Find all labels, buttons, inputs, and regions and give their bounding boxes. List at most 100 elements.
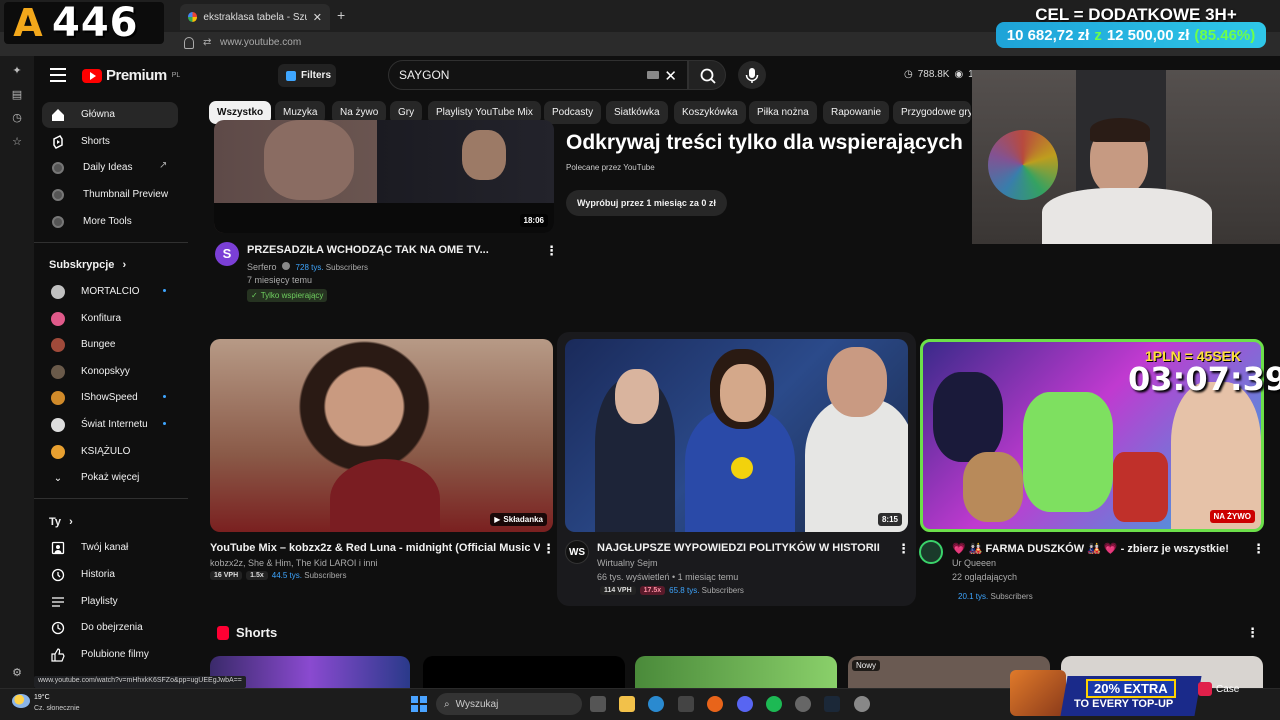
sparkle-icon[interactable]: ✦	[10, 64, 24, 78]
you-header[interactable]: Ty ›	[49, 516, 73, 528]
menu-icon[interactable]	[50, 68, 66, 82]
sub-label: Świat Internetu	[81, 419, 148, 430]
collections-icon[interactable]: ▤	[10, 88, 24, 102]
star-icon[interactable]: ☆	[10, 135, 24, 149]
url-text[interactable]: www.youtube.com	[220, 37, 301, 48]
sidebar-item-liked[interactable]: Polubione filmy	[42, 642, 178, 668]
taskbar-search[interactable]: ⌕ Wyszukaj	[436, 693, 582, 715]
subs-count: 44.5 tys.	[271, 571, 302, 580]
sub-item-bungee[interactable]: Bungee	[42, 332, 178, 358]
sidebar-item-shorts[interactable]: Shorts	[42, 129, 178, 155]
chip-filter[interactable]: Koszykówka	[674, 101, 746, 124]
chip-filter[interactable]: Przygodowe gry a	[893, 101, 971, 124]
sidebar-item-daily-ideas[interactable]: Daily Ideas ↗	[42, 155, 178, 181]
filters-button[interactable]: Filters	[278, 64, 336, 87]
sidebar-item-label: More Tools	[83, 216, 132, 227]
shield-icon[interactable]	[184, 37, 194, 49]
more-options-icon[interactable]: ⋮	[897, 541, 910, 557]
sub-item-konopskyy[interactable]: Konopskyy	[42, 359, 178, 385]
sub-item-ksiazulo[interactable]: KSIĄŻULO	[42, 439, 178, 465]
task-view-icon[interactable]	[590, 696, 606, 712]
steam-icon[interactable]	[824, 696, 840, 712]
sub-label: Konfitura	[81, 313, 122, 324]
discord-icon[interactable]	[737, 696, 753, 712]
more-options-icon[interactable]: ⋮	[1252, 541, 1265, 557]
video-thumbnail[interactable]: 18:06	[214, 120, 554, 233]
sub-item-ishowspeed[interactable]: IShowSpeed	[42, 385, 178, 411]
promo-trial-button[interactable]: Wypróbuj przez 1 miesiąc za 0 zł	[566, 190, 727, 216]
history-icon	[51, 568, 65, 582]
chip-filter[interactable]: Podcasty	[544, 101, 602, 124]
sub-item-swiat-internetu[interactable]: Świat Internetu	[42, 412, 178, 438]
keyboard-icon[interactable]	[647, 71, 659, 79]
chevron-down-icon: ⌄	[53, 472, 63, 484]
short-thumbnail[interactable]	[423, 656, 625, 688]
close-tab-icon[interactable]: ✕	[313, 11, 322, 24]
windows-start-icon[interactable]	[411, 696, 427, 712]
edge-icon[interactable]	[648, 696, 664, 712]
sidebar-item-label: Do obejrzenia	[81, 622, 143, 633]
channel-avatar[interactable]: WS	[565, 540, 589, 564]
search-button[interactable]	[688, 60, 726, 90]
you-label: Ty	[49, 516, 62, 528]
clear-search-icon[interactable]: ✕	[664, 67, 677, 85]
obs-icon[interactable]	[795, 696, 811, 712]
history-clock-icon[interactable]: ◷	[10, 111, 24, 125]
goal-current: 10 682,72 zł	[1006, 26, 1090, 44]
new-tab-button[interactable]: +	[337, 7, 345, 23]
voice-search-button[interactable]	[738, 61, 766, 89]
search-input[interactable]: SAYGON ✕	[388, 60, 688, 90]
promo-topup: TO EVERY TOP-UP	[1074, 698, 1174, 710]
video-meta: kobzx2z, She & Him, The Kid LAROI i inni	[210, 558, 378, 568]
weather-temp[interactable]: 19°C	[34, 694, 50, 701]
channel-name[interactable]: Ur Queeen	[952, 558, 996, 568]
browser-tab[interactable]: ekstraklasa tabela - Szukaj w Go ✕	[180, 4, 330, 30]
chip-filter[interactable]: Piłka nożna	[749, 101, 817, 124]
store-icon[interactable]	[678, 696, 694, 712]
sidebar-item-history[interactable]: Historia	[42, 562, 178, 588]
video-thumbnail[interactable]: 8:15	[565, 339, 908, 532]
sub-item-mortalcio[interactable]: MORTALCIO	[42, 279, 178, 305]
sidebar-item-thumbnail-preview[interactable]: Thumbnail Preview	[42, 182, 178, 208]
tab-title: ekstraklasa tabela - Szukaj w Go	[203, 11, 306, 23]
video-title[interactable]: NAJGŁUPSZE WYPOWIEDZI POLITYKÓW W HISTOR…	[597, 542, 880, 554]
sidebar-item-label: Daily Ideas	[83, 162, 133, 173]
sidebar-item-home[interactable]: Główna	[42, 102, 178, 128]
video-title[interactable]: PRZESADZIŁA WCHODZĄC TAK NA OME TV...	[247, 244, 489, 256]
channel-name[interactable]: Serfero	[247, 262, 277, 272]
weather-desc[interactable]: Cz. słonecznie	[34, 705, 80, 712]
channel-avatar[interactable]	[919, 540, 943, 564]
promo-heading: Odkrywaj treści tylko dla wspierających	[566, 131, 963, 154]
channel-name[interactable]: Wirtualny Sejm	[597, 558, 658, 568]
video-title[interactable]: 💗 🎎 FARMA DUSZKÓW 🎎 💗 - zbierz je wszyst…	[952, 542, 1229, 555]
goal-progress: 10 682,72 zł z 12 500,00 zł (85.46%)	[996, 22, 1266, 48]
channel-avatar[interactable]: S	[215, 242, 239, 266]
more-options-icon[interactable]: ⋮	[545, 243, 558, 259]
subscriptions-header[interactable]: Subskrypcje ›	[49, 259, 126, 271]
chip-filter[interactable]: Rapowanie	[823, 101, 890, 124]
show-more-button[interactable]: ⌄ Pokaż więcej	[42, 465, 178, 491]
spotify-icon[interactable]	[766, 696, 782, 712]
settings-icon[interactable]	[854, 696, 870, 712]
sidebar-item-more-tools[interactable]: More Tools	[42, 209, 178, 235]
sidebar-item-your-channel[interactable]: Twój kanał	[42, 535, 178, 561]
logo-text: Premium	[106, 67, 167, 84]
file-explorer-icon[interactable]	[619, 696, 635, 712]
weather-icon[interactable]	[12, 694, 30, 708]
site-settings-icon[interactable]: ⇄	[203, 37, 211, 48]
settings-gear-icon[interactable]: ⚙	[10, 666, 24, 680]
short-thumbnail[interactable]	[635, 656, 837, 688]
more-options-icon[interactable]: ⋮	[542, 541, 555, 557]
video-title[interactable]: YouTube Mix – kobzx2z & Red Luna - midni…	[210, 542, 540, 554]
more-options-icon[interactable]: ⋮	[1246, 625, 1259, 641]
sub-item-konfitura[interactable]: Konfitura	[42, 306, 178, 332]
vph-badge: 16 VPH	[210, 571, 243, 580]
clock-icon	[51, 621, 65, 635]
youtube-logo[interactable]: Premium PL	[82, 67, 180, 84]
video-thumbnail[interactable]: ▶ Składanka	[210, 339, 553, 532]
chip-filter[interactable]: Siatkówka	[606, 101, 668, 124]
subs-count: 728 tys.	[295, 263, 324, 272]
sidebar-item-playlists[interactable]: Playlisty	[42, 589, 178, 615]
sidebar-item-watch-later[interactable]: Do obejrzenia	[42, 615, 178, 641]
firefox-icon[interactable]	[707, 696, 723, 712]
